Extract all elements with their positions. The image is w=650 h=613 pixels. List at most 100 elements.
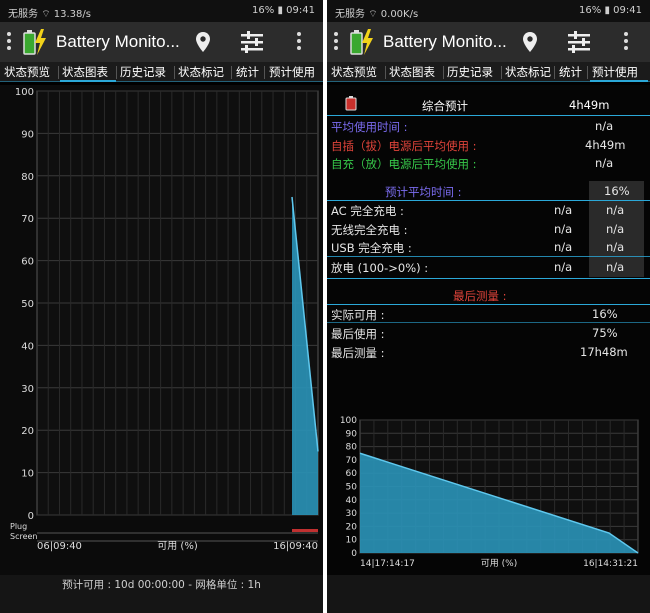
status-bar: 无服务 ⌔ 13.38/s 16% ▮ 09:41 bbox=[0, 0, 323, 22]
tab-chart[interactable]: 状态图表 bbox=[62, 64, 108, 80]
y-tick-label: 30 bbox=[346, 509, 358, 519]
x-axis-label: 可用 (%) bbox=[481, 558, 517, 569]
ac-full-charge-value: n/a bbox=[554, 203, 573, 217]
status-bar: 无服务 ⌔ 0.00K/s 16% ▮ 09:41 bbox=[327, 0, 650, 22]
battery-icon: ▮ bbox=[604, 5, 610, 16]
discharge-value: n/a bbox=[554, 260, 573, 274]
clock: 09:41 bbox=[286, 5, 315, 16]
charged-avg-label: 自充（放）电源后平均使用 : bbox=[331, 157, 477, 171]
y-tick-label: 70 bbox=[21, 214, 34, 225]
last-measure-header: 最后测量 : bbox=[453, 289, 507, 303]
combined-estimate-label: 综合预计 bbox=[422, 99, 468, 113]
wifi-icon: ⌔ bbox=[41, 9, 51, 20]
ac-full-charge-label: AC 完全充电 : bbox=[331, 204, 404, 218]
carrier-text: 无服务 bbox=[8, 9, 38, 20]
tab-markers[interactable]: 状态标记 bbox=[178, 64, 224, 80]
y-tick-label: 80 bbox=[346, 443, 358, 453]
discharge-value-2: n/a bbox=[606, 260, 625, 274]
x-end-label: 16|09:40 bbox=[273, 541, 318, 552]
last-measure-value: 17h48m bbox=[580, 345, 628, 359]
app-title: Battery Monito... bbox=[56, 32, 180, 51]
net-speed: 13.38/s bbox=[53, 9, 91, 20]
tab-bar: 状态预览 状态图表 历史记录 状态标记 统计 预计使用 bbox=[0, 62, 323, 82]
battery-empty-icon bbox=[345, 96, 357, 111]
battery-chart-area: 100 90 80 70 60 50 40 30 20 10 0 Plug Screen 06|09:40… bbox=[0, 85, 323, 575]
y-tick-label: 60 bbox=[346, 469, 358, 479]
location-pin-icon[interactable] bbox=[194, 31, 212, 53]
actual-available-label: 实际可用 : bbox=[331, 308, 385, 322]
tab-history[interactable]: 历史记录 bbox=[447, 64, 493, 80]
x-axis-label: 可用 (%) bbox=[157, 541, 198, 552]
tab-estimate[interactable]: 预计使用 bbox=[269, 64, 315, 80]
active-tab-indicator bbox=[60, 80, 116, 82]
y-tick-label: 30 bbox=[21, 384, 34, 395]
battery-logo-icon bbox=[23, 29, 46, 55]
menu-icon[interactable] bbox=[333, 32, 339, 52]
plugged-avg-label: 自插（拔）电源后平均使用 : bbox=[331, 139, 477, 153]
settings-sliders-icon[interactable] bbox=[240, 31, 264, 53]
discharge-label: 放电 (100->0%) : bbox=[331, 261, 429, 275]
tab-markers[interactable]: 状态标记 bbox=[505, 64, 551, 80]
y-tick-label: 40 bbox=[21, 341, 34, 352]
active-tab-indicator bbox=[590, 80, 648, 82]
y-tick-label: 40 bbox=[346, 496, 358, 506]
usb-full-charge-value-2: n/a bbox=[606, 240, 625, 254]
x-start-label: 06|09:40 bbox=[37, 541, 82, 552]
y-tick-label: 10 bbox=[21, 469, 34, 480]
wireless-full-charge-label: 无线完全充电 : bbox=[331, 223, 408, 237]
predicted-avg-label: 预计平均时间 : bbox=[385, 185, 462, 199]
estimate-panel: 综合预计 4h49m 平均使用时间 : n/a 自插（拔）电源后平均使用 : 4… bbox=[327, 85, 650, 410]
wireless-full-charge-value: n/a bbox=[554, 222, 573, 236]
actual-available-value: 16% bbox=[592, 307, 618, 321]
footer-text: 预计可用 : 10d 00:00:00 - 网格单位 : 1h bbox=[62, 579, 261, 591]
app-toolbar: Battery Monito... bbox=[0, 22, 323, 62]
y-tick-label: 0 bbox=[351, 549, 357, 559]
last-measure-label: 最后测量 : bbox=[331, 346, 385, 360]
tab-stats[interactable]: 统计 bbox=[559, 64, 582, 80]
overflow-menu-icon[interactable] bbox=[623, 32, 629, 52]
ac-full-charge-value-2: n/a bbox=[606, 203, 625, 217]
net-speed: 0.00K/s bbox=[380, 9, 419, 20]
battery-level-chart: 1009080706050403020100PlugScreen06|09:40… bbox=[10, 87, 319, 552]
location-pin-icon[interactable] bbox=[521, 31, 539, 53]
app-title: Battery Monito... bbox=[383, 32, 507, 51]
battery-percent: 16% bbox=[579, 5, 602, 16]
combined-estimate-value: 4h49m bbox=[569, 98, 610, 112]
tab-bar: 状态预览 状态图表 历史记录 状态标记 统计 预计使用 bbox=[327, 62, 650, 82]
battery-percent: 16% bbox=[252, 5, 275, 16]
avg-use-label: 平均使用时间 : bbox=[331, 120, 408, 134]
overflow-menu-icon[interactable] bbox=[296, 32, 302, 52]
tab-overview[interactable]: 状态预览 bbox=[331, 64, 377, 80]
settings-sliders-icon[interactable] bbox=[567, 31, 591, 53]
tab-chart[interactable]: 状态图表 bbox=[389, 64, 435, 80]
y-tick-label: 100 bbox=[15, 87, 34, 98]
charged-avg-value: n/a bbox=[595, 156, 614, 170]
plugged-avg-value: 4h49m bbox=[585, 138, 626, 152]
x-start-label: 14|17:14:17 bbox=[360, 559, 415, 569]
predicted-avg-value: 16% bbox=[604, 184, 630, 198]
app-toolbar: Battery Monito... bbox=[327, 22, 650, 62]
right-screen: 无服务 ⌔ 0.00K/s 16% ▮ 09:41 Battery Monito… bbox=[327, 0, 650, 613]
left-screen: 无服务 ⌔ 13.38/s 16% ▮ 09:41 Battery Monito… bbox=[0, 0, 323, 613]
avg-use-value: n/a bbox=[595, 119, 614, 133]
tab-history[interactable]: 历史记录 bbox=[120, 64, 166, 80]
chart-footer bbox=[327, 575, 650, 613]
y-tick-label: 10 bbox=[346, 536, 358, 546]
tab-estimate[interactable]: 预计使用 bbox=[592, 64, 638, 80]
usb-full-charge-label: USB 完全充电 : bbox=[331, 241, 412, 255]
mini-chart-area: 100 90 80 70 60 50 40 30 20 10 0 14|17:14:17 16|14:3… bbox=[327, 410, 650, 575]
menu-icon[interactable] bbox=[6, 32, 12, 52]
tab-stats[interactable]: 统计 bbox=[236, 64, 259, 80]
y-tick-label: 60 bbox=[21, 257, 34, 268]
tab-overview[interactable]: 状态预览 bbox=[4, 64, 50, 80]
y-tick-label: 90 bbox=[21, 129, 34, 140]
plug-marker bbox=[292, 529, 318, 532]
wifi-icon: ⌔ bbox=[368, 9, 378, 20]
last-use-value: 75% bbox=[592, 326, 618, 340]
carrier-text: 无服务 bbox=[335, 9, 365, 20]
battery-icon: ▮ bbox=[277, 5, 283, 16]
y-tick-label: 50 bbox=[346, 483, 358, 493]
y-tick-label: 0 bbox=[28, 511, 34, 522]
plug-label: Plug bbox=[10, 522, 27, 531]
y-tick-label: 100 bbox=[340, 416, 357, 426]
